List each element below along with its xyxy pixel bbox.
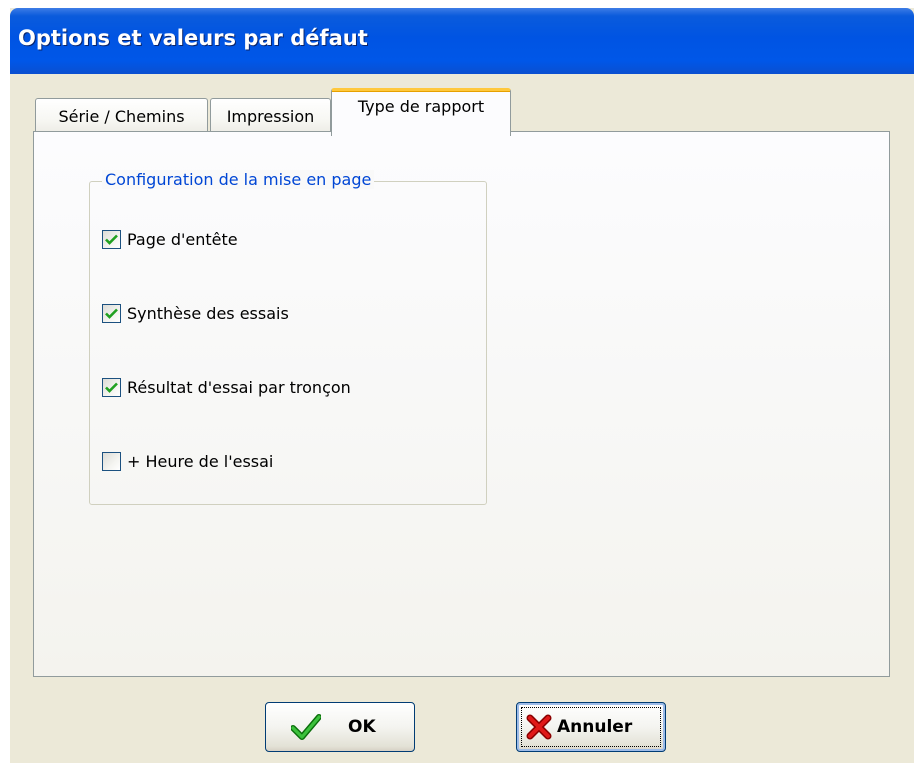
tab-label: Impression: [226, 107, 315, 126]
option-heure-essai[interactable]: + Heure de l'essai: [102, 452, 273, 471]
ok-button[interactable]: OK: [265, 702, 415, 752]
option-label: Synthèse des essais: [127, 304, 289, 323]
page-entete-checkbox[interactable]: [102, 230, 121, 249]
layout-config-groupbox: Configuration de la mise en page Page d'…: [89, 170, 487, 505]
red-x-icon: [523, 713, 555, 741]
heure-essai-checkbox[interactable]: [102, 452, 121, 471]
options-dialog: Options et valeurs par défaut Série / Ch…: [10, 8, 914, 763]
window-title: Options et valeurs par défaut: [18, 26, 368, 50]
check-mark-icon: [105, 308, 118, 319]
tab-label: Série / Chemins: [58, 107, 185, 126]
tab-impression[interactable]: Impression: [210, 98, 331, 134]
cancel-label: Annuler: [557, 717, 633, 737]
groupbox-label: Configuration de la mise en page: [102, 170, 375, 189]
dialog-client-area: Série / Chemins Impression Type de rappo…: [10, 74, 914, 763]
resultat-troncon-checkbox[interactable]: [102, 378, 121, 397]
title-bar[interactable]: Options et valeurs par défaut: [10, 8, 914, 74]
synthese-essais-checkbox[interactable]: [102, 304, 121, 323]
tab-panel: Configuration de la mise en page Page d'…: [33, 131, 890, 677]
check-mark-icon: [105, 234, 118, 245]
tab-type-de-rapport[interactable]: Type de rapport: [331, 88, 511, 136]
option-label: + Heure de l'essai: [127, 452, 274, 471]
ok-label: OK: [348, 717, 376, 737]
option-synthese-essais[interactable]: Synthèse des essais: [102, 304, 289, 323]
check-mark-icon: [105, 382, 118, 393]
green-checkmark-icon: [290, 713, 322, 741]
tab-label: Type de rapport: [357, 97, 485, 116]
option-label: Page d'entête: [127, 230, 238, 249]
option-resultat-troncon[interactable]: Résultat d'essai par tronçon: [102, 378, 351, 397]
tab-serie-chemins[interactable]: Série / Chemins: [35, 98, 208, 134]
option-page-entete[interactable]: Page d'entête: [102, 230, 238, 249]
cancel-button[interactable]: Annuler: [516, 702, 666, 752]
option-label: Résultat d'essai par tronçon: [127, 378, 351, 397]
